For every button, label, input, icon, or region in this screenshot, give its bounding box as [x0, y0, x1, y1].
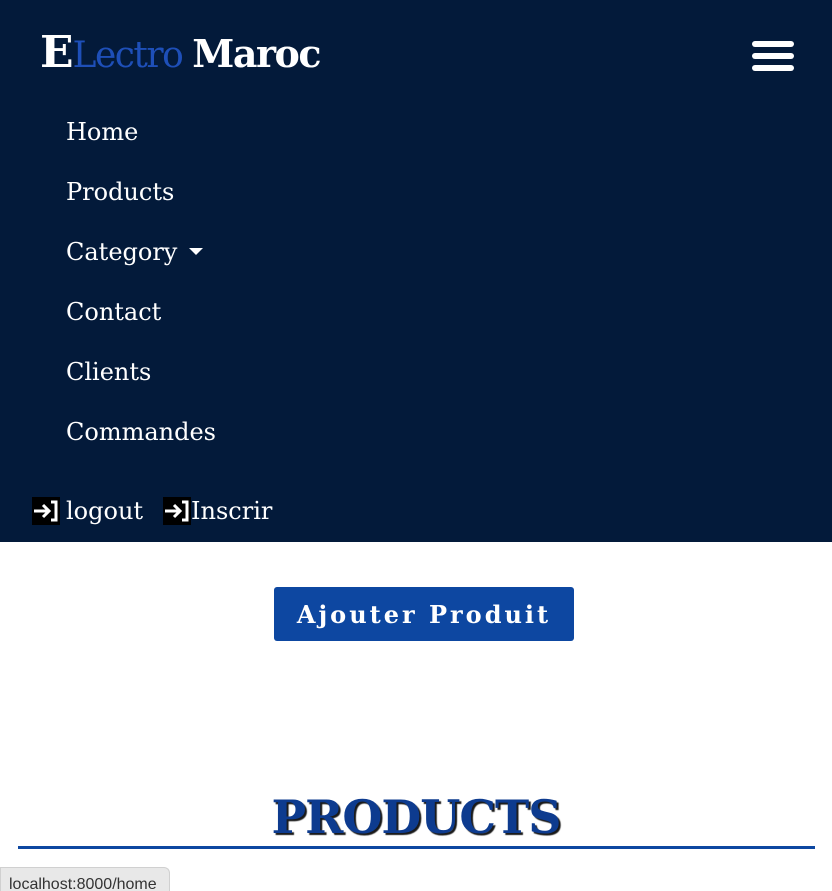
nav-item-category[interactable]: Category [66, 222, 216, 282]
caret-down-icon [189, 248, 204, 255]
browser-status-url: localhost:8000/home [0, 867, 170, 891]
section-divider [18, 846, 815, 849]
navbar: ELectro Maroc Home Products Category Cont… [0, 0, 832, 542]
brand-maroc: Maroc [192, 31, 321, 76]
nav-item-commandes[interactable]: Commandes [66, 402, 216, 462]
brand-logo[interactable]: ELectro Maroc [40, 27, 321, 81]
add-product-button[interactable]: Ajouter Produit [274, 587, 574, 641]
register-link[interactable]: Inscrir [163, 497, 272, 525]
register-label: Inscrir [191, 497, 273, 525]
auth-links: logout Inscrir [32, 493, 292, 529]
products-section-title: PRODUCTS [271, 790, 562, 844]
page: ELectro Maroc Home Products Category Cont… [0, 0, 832, 891]
logout-link[interactable]: logout [32, 497, 143, 525]
nav-item-products[interactable]: Products [66, 162, 216, 222]
login-arrow-icon [163, 497, 192, 525]
brand-lectro: Lectro [72, 35, 184, 76]
nav-item-clients[interactable]: Clients [66, 342, 216, 402]
nav-item-contact[interactable]: Contact [66, 282, 216, 342]
brand-initial: E [40, 27, 74, 78]
login-arrow-icon [32, 497, 60, 525]
hamburger-menu-icon[interactable] [752, 40, 796, 74]
logout-label: logout [66, 497, 144, 525]
nav-item-home[interactable]: Home [66, 102, 216, 162]
nav-item-category-label: Category [66, 238, 178, 266]
nav-menu: Home Products Category Contact Clients C… [66, 102, 216, 462]
